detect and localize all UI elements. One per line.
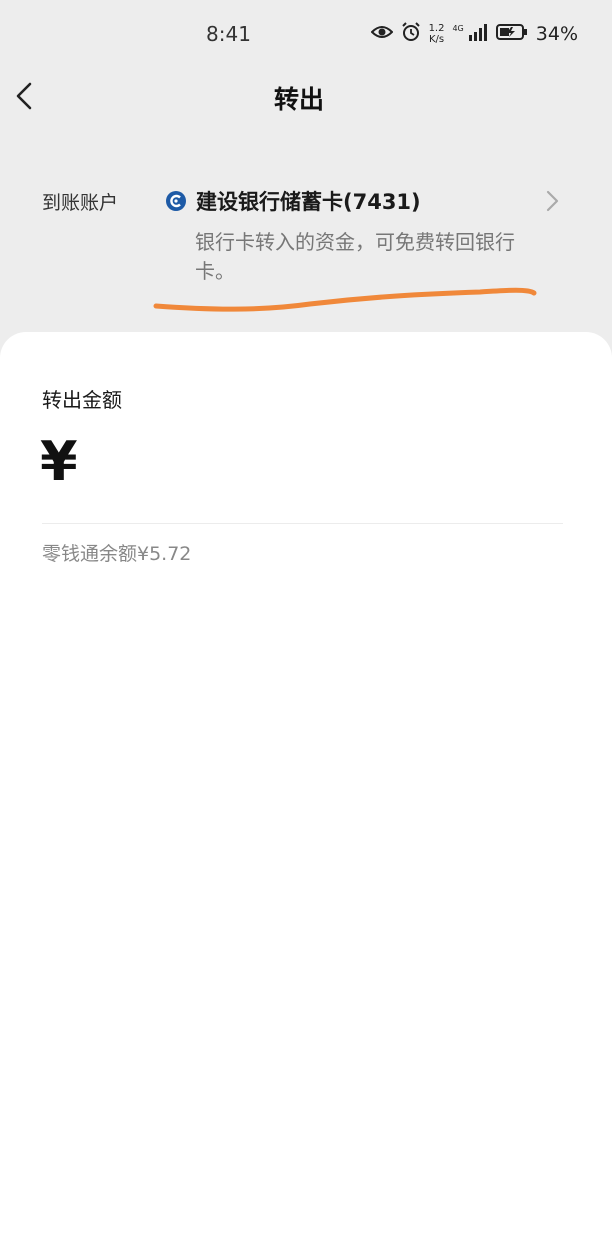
balance-text: 零钱通余额¥5.72 [42,543,192,565]
alarm-clock-icon [401,22,421,46]
bank-card-name: 建设银行储蓄卡(7431) [196,190,421,214]
divider [42,523,563,524]
battery-percentage: 34% [535,23,578,45]
currency-symbol[interactable]: ¥ [40,430,78,493]
ccb-bank-logo-icon [166,191,186,211]
amount-card: 转出金额 ¥ 零钱通余额¥5.72 [0,332,612,1254]
battery-icon [495,23,528,45]
account-note: 银行卡转入的资金，可免费转回银行卡。 [195,230,515,283]
status-bar: 8:41 1.2 K/s 4G 34% [0,0,612,72]
page-title: 转出 [273,85,324,114]
account-label: 到账账户 [42,192,119,214]
signal-icon [468,23,488,45]
chevron-right-icon [541,187,563,215]
annotation-underline [153,287,537,312]
network-type: 4G [452,23,464,33]
status-icons: 1.2 K/s 4G 34% [370,22,578,46]
eye-icon [370,24,393,44]
amount-label: 转出金额 [42,388,122,412]
header: 转出 [0,72,612,124]
status-time: 8:41 [206,22,251,46]
network-speed: 1.2 K/s [428,23,445,45]
